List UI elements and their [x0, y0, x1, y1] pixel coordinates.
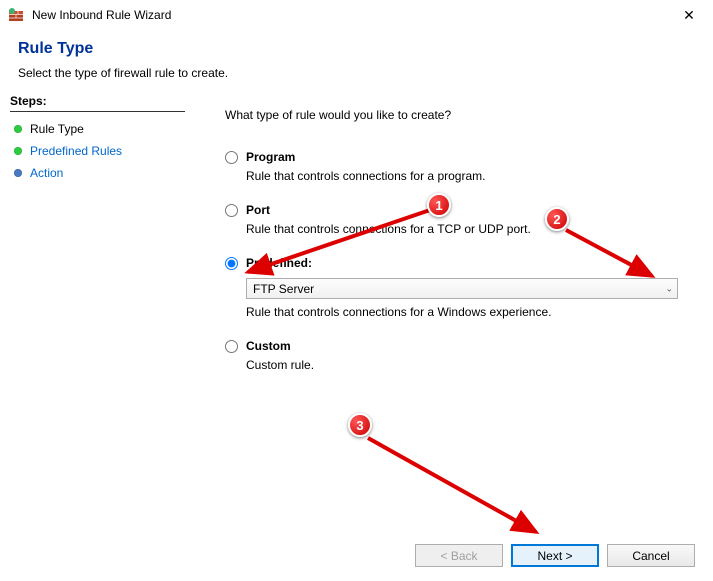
option-program-label: Program: [246, 150, 295, 164]
dropdown-value: FTP Server: [253, 282, 314, 296]
radio-program[interactable]: [225, 151, 238, 164]
predefined-dropdown[interactable]: FTP Server ⌄: [246, 278, 678, 299]
option-port-desc: Rule that controls connections for a TCP…: [246, 222, 687, 236]
back-button: < Back: [415, 544, 503, 567]
chevron-down-icon: ⌄: [665, 283, 673, 294]
option-custom-desc: Custom rule.: [246, 358, 687, 372]
step-label: Predefined Rules: [30, 144, 122, 158]
annotation-callout-2: 2: [545, 207, 569, 231]
next-button[interactable]: Next >: [511, 544, 599, 567]
steps-heading: Steps:: [10, 94, 185, 112]
option-port-label: Port: [246, 203, 270, 217]
option-program-row[interactable]: Program: [225, 150, 687, 164]
annotation-callout-3: 3: [348, 413, 372, 437]
step-action[interactable]: Action: [10, 162, 185, 184]
step-label: Rule Type: [30, 122, 84, 136]
option-predefined-desc: Rule that controls connections for a Win…: [246, 305, 687, 319]
steps-sidebar: Steps: Rule Type Predefined Rules Action: [0, 94, 195, 581]
step-rule-type[interactable]: Rule Type: [10, 118, 185, 140]
title-bar: New Inbound Rule Wizard ✕: [0, 0, 713, 30]
cancel-button[interactable]: Cancel: [607, 544, 695, 567]
bullet-icon: [14, 169, 22, 177]
close-button[interactable]: ✕: [673, 3, 705, 27]
option-predefined-label: Predefined:: [246, 256, 312, 270]
annotation-callout-1: 1: [427, 193, 451, 217]
wizard-header: Rule Type Select the type of firewall ru…: [0, 30, 713, 94]
bullet-icon: [14, 125, 22, 133]
option-port: Port Rule that controls connections for …: [225, 203, 687, 236]
option-program: Program Rule that controls connections f…: [225, 150, 687, 183]
option-program-desc: Rule that controls connections for a pro…: [246, 169, 687, 183]
page-subtitle: Select the type of firewall rule to crea…: [18, 66, 695, 80]
firewall-icon: [8, 7, 24, 23]
bullet-icon: [14, 147, 22, 155]
window-title: New Inbound Rule Wizard: [32, 8, 673, 22]
radio-custom[interactable]: [225, 340, 238, 353]
option-predefined: Predefined: FTP Server ⌄ Rule that contr…: [225, 256, 687, 319]
step-label: Action: [30, 166, 63, 180]
page-title: Rule Type: [18, 40, 695, 58]
radio-port[interactable]: [225, 204, 238, 217]
wizard-footer: < Back Next > Cancel: [415, 544, 695, 567]
option-custom-row[interactable]: Custom: [225, 339, 687, 353]
radio-predefined[interactable]: [225, 257, 238, 270]
option-custom: Custom Custom rule.: [225, 339, 687, 372]
step-predefined-rules[interactable]: Predefined Rules: [10, 140, 185, 162]
option-predefined-row[interactable]: Predefined:: [225, 256, 687, 270]
option-custom-label: Custom: [246, 339, 291, 353]
question-text: What type of rule would you like to crea…: [225, 108, 687, 122]
option-port-row[interactable]: Port: [225, 203, 687, 217]
wizard-content: What type of rule would you like to crea…: [195, 94, 713, 581]
